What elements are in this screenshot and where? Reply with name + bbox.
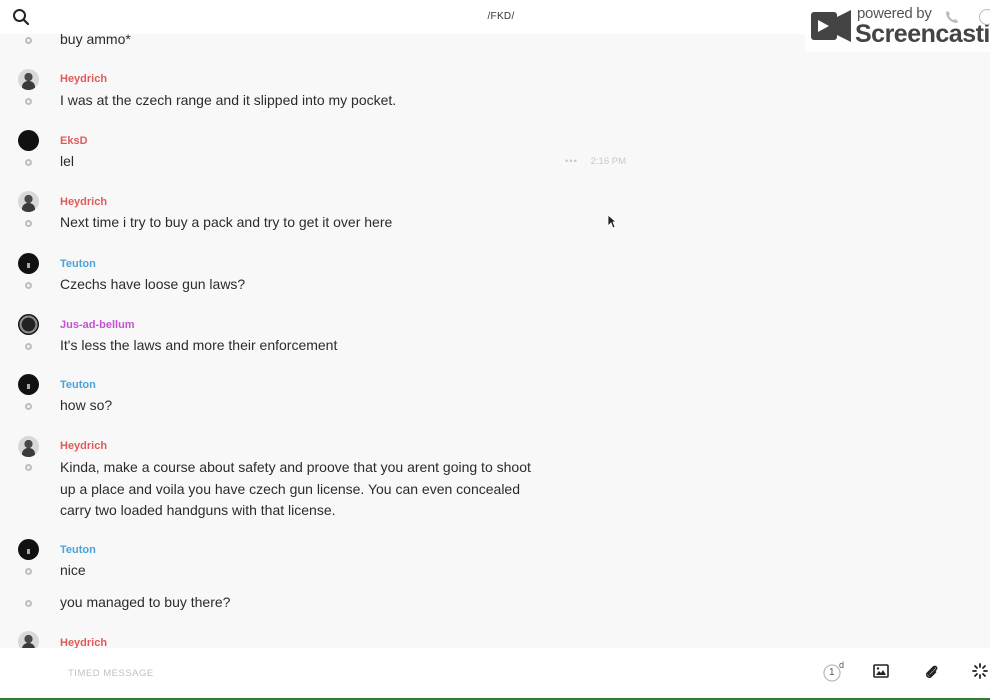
- message-status-dot: [25, 220, 32, 227]
- message-row: Heydrich Kinda, make a course about safe…: [0, 436, 990, 528]
- paperclip-icon[interactable]: [923, 663, 939, 684]
- message-row: EksD lel ••• 2:16 PM: [0, 130, 990, 180]
- phone-icon[interactable]: [945, 10, 959, 29]
- message-status-dot: [25, 568, 32, 575]
- message-text: lel: [60, 153, 75, 169]
- timer-unit: d: [839, 660, 845, 670]
- avatar[interactable]: [18, 374, 39, 395]
- message-text: It's less the laws and more their enforc…: [60, 337, 338, 350]
- avatar[interactable]: [18, 631, 39, 648]
- screencastify-watermark: powered by Screencastify: [805, 0, 990, 52]
- message-row: Heydrich Next time i try to buy a pack a…: [0, 191, 990, 241]
- avatar[interactable]: [18, 436, 39, 457]
- message-status-dot: [25, 98, 32, 105]
- message-row: Jus-ad-bellum It's less the laws and mor…: [0, 314, 990, 350]
- message-text: Czechs have loose gun laws?: [60, 276, 246, 292]
- message-row: Teuton Czechs have loose gun laws?: [0, 253, 990, 303]
- message-status-dot: [25, 282, 32, 289]
- message-status-dot: [25, 343, 32, 350]
- message-text: how so?: [60, 397, 113, 413]
- message-row: Teuton how so?: [0, 374, 990, 424]
- message-status-dot: [25, 159, 32, 166]
- avatar[interactable]: [18, 69, 39, 90]
- message-timestamp: 2:16 PM: [590, 156, 627, 167]
- message-text: Kinda, make a course about safety and pr…: [60, 459, 531, 518]
- avatar[interactable]: [18, 253, 39, 274]
- message-author[interactable]: Heydrich: [60, 196, 107, 208]
- timer-icon[interactable]: 1 d: [822, 660, 845, 683]
- message-text: you managed to buy there?: [60, 594, 231, 610]
- message-author[interactable]: Heydrich: [60, 440, 107, 452]
- screencastify-logo-icon: [809, 8, 853, 49]
- loading-spinner-icon[interactable]: [972, 663, 988, 684]
- image-icon[interactable]: [873, 663, 889, 684]
- message-row: Heydrich: [0, 631, 990, 648]
- message-status-dot: [25, 403, 32, 410]
- message-text: Next time i try to buy a pack and try to…: [60, 214, 393, 230]
- message-author[interactable]: Jus-ad-bellum: [60, 319, 135, 331]
- avatar[interactable]: [18, 539, 39, 560]
- timed-message-input[interactable]: TIMED MESSAGE: [68, 668, 154, 679]
- message-options-icon[interactable]: •••: [565, 156, 578, 167]
- message-author[interactable]: Teuton: [60, 379, 96, 391]
- mouse-pointer-icon: [607, 214, 618, 234]
- avatar[interactable]: [18, 130, 39, 151]
- message-row: Heydrich I was at the czech range and it…: [0, 69, 990, 119]
- message-text: I was at the czech range and it slipped …: [60, 92, 397, 108]
- message-text: nice: [60, 562, 86, 578]
- composer-bar: TIMED MESSAGE 1 d: [0, 648, 990, 700]
- avatar[interactable]: [18, 314, 39, 335]
- info-icon[interactable]: [979, 9, 990, 25]
- message-row: Teuton nice: [0, 539, 990, 589]
- message-author[interactable]: Teuton: [60, 544, 96, 556]
- message-status-dot: [25, 37, 32, 44]
- message-author[interactable]: Heydrich: [60, 73, 107, 85]
- message-meta: ••• 2:16 PM: [565, 156, 626, 167]
- message-text: buy ammo*: [60, 34, 131, 47]
- message-status-dot: [25, 600, 32, 607]
- message-row: you managed to buy there?: [0, 591, 990, 616]
- message-author[interactable]: Heydrich: [60, 637, 107, 648]
- message-author[interactable]: Teuton: [60, 258, 96, 270]
- avatar[interactable]: [18, 191, 39, 212]
- timer-value: 1: [829, 667, 835, 678]
- message-list[interactable]: buy ammo* Heydrich I was at the czech ra…: [0, 34, 990, 648]
- message-author[interactable]: EksD: [60, 135, 88, 147]
- message-status-dot: [25, 464, 32, 471]
- watermark-brand: Screencastify: [855, 20, 990, 48]
